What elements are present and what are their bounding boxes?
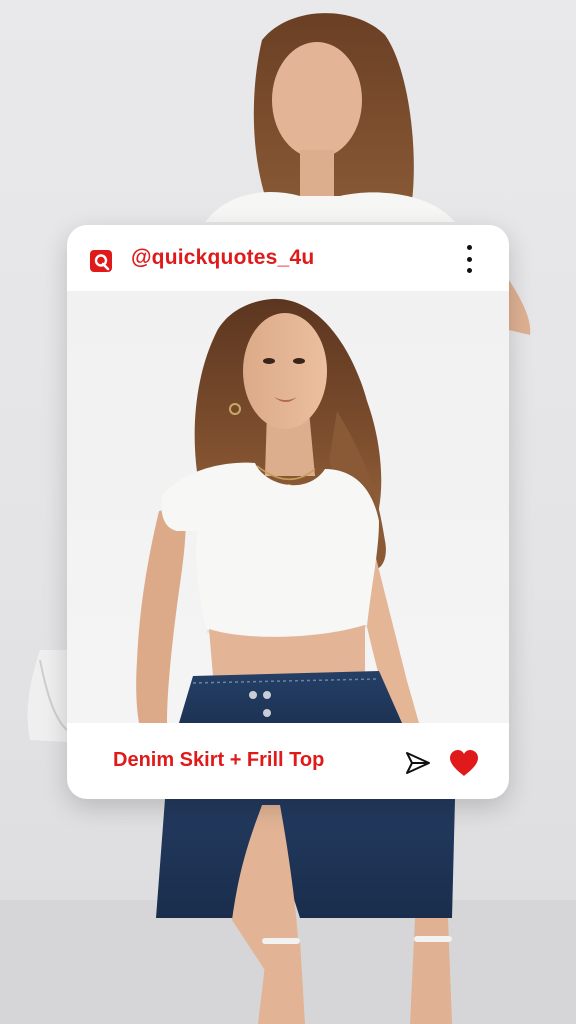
more-options-button[interactable] bbox=[459, 243, 479, 275]
story-screen: @quickquotes_4u Denim Skirt + Frill Top bbox=[0, 0, 576, 1024]
send-icon[interactable] bbox=[404, 749, 432, 777]
post-card: @quickquotes_4u Denim Skirt + Frill Top bbox=[67, 225, 509, 799]
post-image[interactable] bbox=[67, 291, 509, 723]
post-header: @quickquotes_4u bbox=[67, 225, 509, 291]
more-vertical-icon-dot bbox=[466, 268, 472, 273]
post-footer: Denim Skirt + Frill Top bbox=[67, 723, 509, 799]
more-vertical-icon-dot bbox=[466, 256, 472, 262]
heart-icon[interactable] bbox=[448, 749, 480, 777]
post-username[interactable]: @quickquotes_4u bbox=[131, 246, 314, 270]
model-photo bbox=[136, 298, 419, 723]
more-vertical-icon bbox=[466, 245, 472, 250]
post-caption: Denim Skirt + Frill Top bbox=[113, 749, 325, 771]
quickquotes-logo-icon[interactable] bbox=[90, 250, 112, 272]
